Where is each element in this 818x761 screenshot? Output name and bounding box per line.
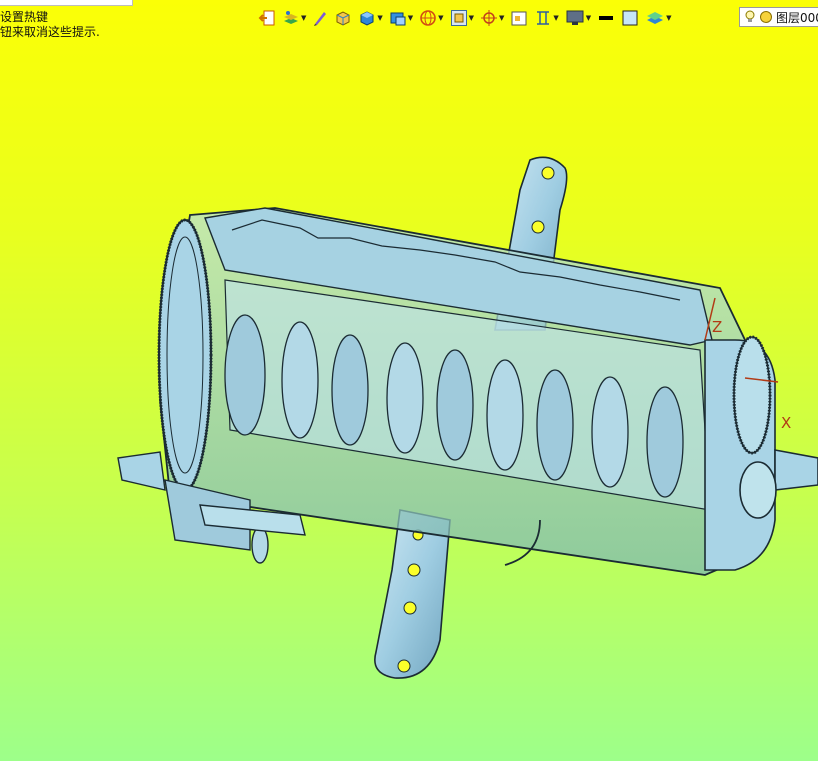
3d-viewport[interactable]: Z X: [0, 40, 818, 761]
layer-selector[interactable]: 图层000: [739, 7, 818, 27]
layer-manager-icon: [284, 11, 298, 24]
monitor-button[interactable]: ▼: [565, 7, 591, 29]
grid-button[interactable]: [510, 7, 528, 29]
snap-target-button[interactable]: ▼: [480, 7, 504, 29]
grid-icon: [511, 11, 527, 26]
layer-name: 图层000: [776, 10, 818, 25]
chevron-down-icon[interactable]: ▼: [438, 14, 443, 22]
layer-stack-icon: [647, 12, 664, 24]
color-swatch-button[interactable]: [621, 7, 639, 29]
cube-wire-button[interactable]: [334, 7, 352, 29]
monitor-icon: [566, 10, 584, 25]
cube-wire-icon: [336, 11, 350, 26]
snap-target-icon: [480, 10, 497, 26]
layer-stack-button[interactable]: ▼: [645, 7, 672, 29]
pen-icon: [314, 12, 327, 26]
hint-line-1: 设置热键: [0, 10, 49, 24]
axis-z-label: Z: [712, 318, 723, 336]
top-strip: [0, 0, 133, 6]
cube-shaded-button[interactable]: ▼: [358, 7, 383, 29]
exit-button[interactable]: [258, 7, 276, 29]
dimension-button[interactable]: ▼: [534, 7, 559, 29]
chevron-down-icon[interactable]: ▼: [377, 14, 382, 22]
chevron-down-icon[interactable]: ▼: [469, 14, 474, 22]
pen-button[interactable]: [312, 7, 328, 29]
front-cover: [704, 335, 818, 571]
chevron-down-icon[interactable]: ▼: [408, 14, 413, 22]
chevron-down-icon[interactable]: ▼: [666, 14, 671, 22]
sun-icon[interactable]: [759, 10, 773, 24]
color-swatch-icon: [622, 10, 638, 26]
cube-shaded-icon: [360, 11, 374, 26]
sphere-button[interactable]: ▼: [419, 7, 444, 29]
line-weight-button[interactable]: [597, 7, 615, 29]
layer-manager-button[interactable]: ▼: [282, 7, 306, 29]
view-cube-icon: [390, 12, 406, 26]
engine-block-model: [117, 156, 818, 679]
chevron-down-icon[interactable]: ▼: [499, 14, 504, 22]
chevron-down-icon[interactable]: ▼: [553, 14, 558, 22]
dimension-icon: [537, 11, 550, 25]
flywheel: [157, 218, 213, 492]
axis-x-label: X: [781, 414, 792, 432]
frame-icon: [450, 10, 467, 26]
chevron-down-icon[interactable]: ▼: [586, 14, 591, 22]
view-cube-button[interactable]: ▼: [389, 7, 413, 29]
lightbulb-icon[interactable]: [744, 10, 756, 24]
line-weight-icon: [599, 16, 614, 20]
view-toolbar: ▼ ▼ ▼ ▼ ▼ ▼ ▼ ▼ ▼: [258, 6, 678, 30]
hint-line-2: 钮来取消这些提示.: [0, 25, 100, 39]
frame-button[interactable]: ▼: [450, 7, 474, 29]
chevron-down-icon[interactable]: ▼: [301, 14, 306, 22]
exit-icon: [258, 10, 275, 26]
sphere-icon: [420, 10, 436, 26]
